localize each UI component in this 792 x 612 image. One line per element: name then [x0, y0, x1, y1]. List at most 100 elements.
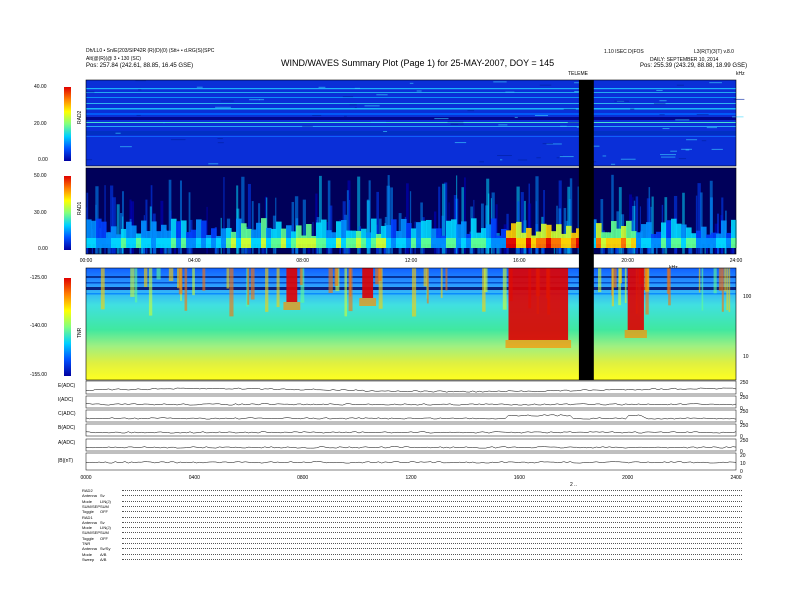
rad1-core-45	[311, 238, 317, 248]
rad2-speck-68	[559, 156, 574, 158]
rad2-speck-55	[217, 138, 223, 140]
tnr-burst-35	[184, 268, 188, 311]
rad1-core-62	[396, 238, 402, 248]
rad1-core-31	[241, 238, 247, 248]
rad2-speck-46	[450, 123, 464, 125]
rad1-core-71	[441, 238, 447, 248]
rad2-speck-40	[563, 108, 576, 110]
rad2-speck-89	[534, 114, 549, 116]
rad2-band-7	[86, 122, 736, 123]
rad1-core-75	[461, 238, 467, 248]
rad2-speck-8	[630, 108, 635, 110]
rad2-band-10	[86, 136, 736, 137]
rad1-core-33	[251, 238, 257, 248]
rad1-core-30	[236, 238, 242, 248]
wind-waves-plot: 00:00 04:00 08:00 12:00 16:00 20:00 24:00 0000 0…	[80, 79, 745, 481]
rad1-xtick-5: 20:00	[621, 258, 634, 264]
line-panel-frame-3	[85, 423, 737, 437]
tnr-burst-56	[726, 268, 729, 311]
tnr-burst-7	[276, 268, 280, 308]
rad1-core-13	[151, 238, 157, 248]
rad1-core-124	[706, 238, 712, 248]
rad1-core-22	[196, 238, 202, 248]
rad1-core-58	[376, 238, 382, 248]
rad2-band-2	[86, 97, 736, 98]
tnr-spectrogram	[85, 267, 737, 381]
tnr-burst-66	[299, 268, 303, 286]
rad1-core-53	[351, 238, 357, 248]
rad1-core-70	[436, 238, 442, 248]
rad1-core-35	[261, 238, 267, 248]
rad1-core-91	[541, 238, 547, 248]
rad1-spectrogram	[85, 167, 737, 255]
rad2-speck-87	[249, 99, 260, 101]
rad1-core-36	[266, 238, 272, 248]
rad2-speck-35	[170, 139, 186, 141]
tnr-burst-21	[344, 268, 348, 317]
bottom-xtick-3: 1200	[405, 475, 416, 481]
rad2-speck-4	[539, 84, 552, 86]
tnr-burst-13	[698, 268, 701, 293]
rad1-core-120	[686, 238, 692, 248]
tnr-burst-29	[247, 268, 250, 305]
rad2-speck-74	[434, 118, 449, 120]
rad2-speck-72	[220, 100, 234, 102]
tnr-burst-58	[100, 268, 105, 310]
rad2-speck-12	[676, 84, 684, 86]
rad2-band-8	[86, 126, 736, 127]
rad1-core-27	[221, 238, 227, 248]
rad1-core-63	[401, 238, 407, 248]
rad1-core-47	[321, 238, 327, 248]
rad2-speck-34	[409, 82, 414, 84]
bottom-xtick-0: 0000	[80, 475, 91, 481]
rad1-core-126	[716, 238, 722, 248]
rad1-core-106	[616, 238, 622, 248]
rad2-speck-6	[686, 139, 698, 141]
rad1-core-49	[331, 238, 337, 248]
rad1-core-12	[146, 238, 152, 248]
tnr-burst-49	[440, 268, 443, 298]
rad2-speck-76	[342, 96, 354, 98]
tnr-burst-31	[445, 268, 448, 291]
tnr-burst-50	[423, 268, 428, 287]
rad1-core-25	[211, 238, 217, 248]
rad1-core-46	[316, 238, 322, 248]
line-panel-frame-4	[85, 438, 737, 452]
rad1-core-72	[446, 238, 452, 248]
rad2-speck-27	[567, 122, 580, 124]
tnr-red-burst-2	[286, 268, 298, 302]
rad1-core-90	[536, 238, 542, 248]
rad1-core-23	[201, 238, 207, 248]
rad2-speck-66	[312, 115, 322, 117]
rad2-speck-14	[349, 104, 357, 106]
rad1-core-107	[621, 238, 627, 248]
rad1-core-114	[656, 238, 662, 248]
tnr-burst-62	[192, 268, 195, 296]
rad2-speck-20	[602, 155, 607, 157]
rad1-core-3	[101, 238, 107, 248]
rad2-speck-36	[660, 154, 676, 156]
rad1-core-67	[421, 238, 427, 248]
rad1-core-41	[291, 238, 297, 248]
rad2-speck-39	[662, 128, 670, 130]
rad1-core-115	[661, 238, 667, 248]
tnr-burst-19	[597, 268, 602, 293]
rad2-band-0	[86, 88, 736, 90]
rad1-core-85	[511, 238, 517, 248]
rad1-core-87	[521, 238, 527, 248]
rad1-core-110	[636, 238, 642, 248]
rad2-speck-81	[701, 140, 707, 142]
rad1-core-11	[141, 238, 147, 248]
tnr-burst-22	[411, 268, 417, 317]
rad1-core-19	[181, 238, 187, 248]
rad2-speck-88	[614, 100, 630, 102]
rad1-core-68	[426, 238, 432, 248]
rad2-speck-0	[86, 159, 93, 161]
rad1-core-54	[356, 238, 362, 248]
rad2-speck-22	[733, 98, 745, 100]
tnr-burst-63	[713, 268, 717, 294]
rad1-core-116	[666, 238, 672, 248]
rad1-core-122	[696, 238, 702, 248]
rad1-core-29	[231, 238, 237, 248]
rad1-core-65	[411, 238, 417, 248]
